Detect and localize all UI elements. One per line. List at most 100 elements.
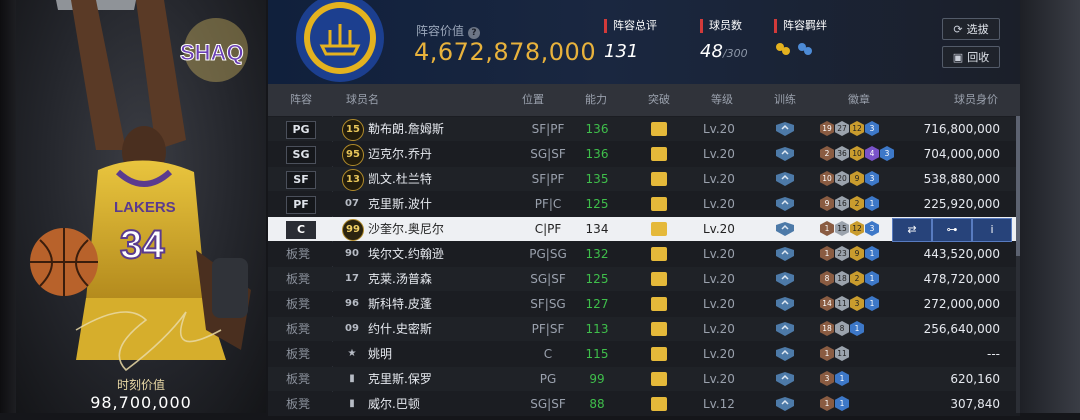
training-icon[interactable] bbox=[776, 197, 794, 211]
player-ability: 125 bbox=[585, 197, 609, 211]
info-icon: i bbox=[990, 223, 994, 236]
jersey-number-text: 34 bbox=[120, 223, 165, 267]
table-row[interactable]: 板凳 90 埃尔文.约翰逊 PG|SG 132 Lv.20 1 23 9 1 443,520,000 bbox=[268, 242, 1020, 266]
training-icon[interactable] bbox=[776, 297, 794, 311]
table-row[interactable]: SG 95 迈克尔.乔丹 SG|SF 136 Lv.20 2 36 10 4 3 704,000,00… bbox=[268, 142, 1020, 166]
warriors-logo-icon bbox=[296, 0, 384, 82]
breakthrough-icon[interactable] bbox=[651, 147, 667, 161]
table-row[interactable]: SF 13 凯文.杜兰特 SF|PF 135 Lv.20 10 20 9 3 538,880,000 bbox=[268, 167, 1020, 191]
badge-icon: 1 bbox=[835, 371, 849, 386]
badge-icon: 18 bbox=[820, 321, 834, 336]
lineup-bonds-label: 阵容羁绊 bbox=[774, 19, 827, 33]
col-lineup[interactable]: 阵容 bbox=[290, 84, 312, 116]
player-name[interactable]: 沙奎尔.奥尼尔 bbox=[368, 217, 478, 241]
training-icon[interactable] bbox=[776, 347, 794, 361]
breakthrough-icon[interactable] bbox=[651, 222, 667, 236]
player-ability: 115 bbox=[585, 347, 609, 361]
breakthrough-icon[interactable] bbox=[651, 372, 667, 386]
lineup-slot: SF bbox=[286, 171, 316, 189]
recycle-icon: ▣ bbox=[952, 50, 964, 64]
jersey-number: 95 bbox=[342, 144, 364, 166]
table-row[interactable]: 板凳 ★ 姚明 C 115 Lv.20 1 11 --- bbox=[268, 342, 1020, 366]
jersey-number: ▮ bbox=[349, 373, 355, 384]
table-row[interactable]: 板凳 ▮ 威尔.巴顿 SG|SF 88 Lv.12 1 1 307,840 bbox=[268, 392, 1020, 416]
breakthrough-icon[interactable] bbox=[651, 197, 667, 211]
player-position: C bbox=[543, 347, 553, 361]
player-name[interactable]: 勒布朗.詹姆斯 bbox=[368, 117, 478, 141]
jersey-number: 90 bbox=[345, 248, 359, 259]
table-row[interactable]: 板凳 09 约什.史密斯 PF|SF 113 Lv.20 18 8 1 256,640,000 bbox=[268, 317, 1020, 341]
lineup-bonds[interactable]: 阵容羁绊 bbox=[774, 19, 827, 57]
player-name[interactable]: 威尔.巴顿 bbox=[368, 392, 478, 416]
col-player-name[interactable]: 球员名 bbox=[346, 84, 379, 116]
player-name[interactable]: 埃尔文.约翰逊 bbox=[368, 242, 478, 266]
breakthrough-icon[interactable] bbox=[651, 122, 667, 136]
recycle-button[interactable]: ▣ 回收 bbox=[942, 46, 1000, 68]
player-name[interactable]: 约什.史密斯 bbox=[368, 317, 478, 341]
player-card[interactable]: LAKERS 34 SHAQ 时刻价值 98,700,000 bbox=[16, 0, 266, 413]
col-level[interactable]: 等级 bbox=[711, 84, 733, 116]
breakthrough-icon[interactable] bbox=[651, 397, 667, 411]
col-breakthrough[interactable]: 突破 bbox=[648, 84, 670, 116]
player-name[interactable]: 克里斯.波什 bbox=[368, 192, 478, 216]
col-ability[interactable]: 能力 bbox=[585, 84, 607, 116]
badge-icon: 8 bbox=[835, 321, 849, 336]
training-icon[interactable] bbox=[776, 122, 794, 136]
badge-icon: 1 bbox=[820, 346, 834, 361]
player-name[interactable]: 克里斯.保罗 bbox=[368, 367, 478, 391]
row-action-train[interactable]: ⊶ bbox=[932, 218, 972, 242]
player-count-label: 球员数 bbox=[700, 19, 748, 33]
table-row[interactable]: PF 07 克里斯.波什 PF|C 125 Lv.20 9 16 2 1 225,920,000 bbox=[268, 192, 1020, 216]
player-name[interactable]: 斯科特.皮蓬 bbox=[368, 292, 478, 316]
player-salary: 704,000,000 bbox=[923, 147, 1000, 161]
training-icon[interactable] bbox=[776, 147, 794, 161]
breakthrough-icon[interactable] bbox=[651, 347, 667, 361]
table-row[interactable]: 板凳 96 斯科特.皮蓬 SF|SG 127 Lv.20 14 11 3 1 272,000,000 bbox=[268, 292, 1020, 316]
col-training[interactable]: 训练 bbox=[774, 84, 796, 116]
table-row[interactable]: 板凳 ▮ 克里斯.保罗 PG 99 Lv.20 3 1 620,160 bbox=[268, 367, 1020, 391]
table-row-selected[interactable]: C 99 沙奎尔.奥尼尔 C|PF 134 Lv.20 1 15 12 3 ⇄ ⊶ i bbox=[268, 217, 1020, 242]
player-position: SF|PF bbox=[531, 172, 565, 186]
badge-group[interactable]: 11 bbox=[820, 396, 849, 420]
recycle-button-label: 回收 bbox=[967, 51, 990, 64]
player-name[interactable]: 姚明 bbox=[368, 342, 478, 366]
lineup-slot: C bbox=[286, 221, 316, 239]
training-icon[interactable] bbox=[776, 322, 794, 336]
player-name[interactable]: 迈克尔.乔丹 bbox=[368, 142, 478, 166]
breakthrough-icon[interactable] bbox=[651, 172, 667, 186]
player-position: PG|SG bbox=[529, 247, 567, 261]
row-action-info[interactable]: i bbox=[972, 218, 1012, 242]
jersey-number: 17 bbox=[345, 273, 359, 284]
jersey-number: 07 bbox=[345, 198, 359, 209]
player-ability: 136 bbox=[585, 122, 609, 136]
player-name[interactable]: 凯文.杜兰特 bbox=[368, 167, 478, 191]
training-icon[interactable] bbox=[776, 397, 794, 411]
badge-icon: 10 bbox=[820, 171, 834, 186]
table-row[interactable]: PG 15 勒布朗.詹姆斯 SF|PF 136 Lv.20 19 27 12 3 716,800,0… bbox=[268, 117, 1020, 141]
player-salary: --- bbox=[987, 347, 1000, 361]
player-name[interactable]: 克莱.汤普森 bbox=[368, 267, 478, 291]
breakthrough-icon[interactable] bbox=[651, 272, 667, 286]
lineup-rating: 阵容总评 131 bbox=[604, 19, 657, 62]
col-badges[interactable]: 徽章 bbox=[848, 84, 870, 116]
training-icon[interactable] bbox=[776, 372, 794, 386]
training-icon[interactable] bbox=[776, 222, 794, 236]
row-action-transfer[interactable]: ⇄ bbox=[892, 218, 932, 242]
player-ability: 135 bbox=[585, 172, 609, 186]
train-icon: ⊶ bbox=[946, 223, 958, 236]
training-icon[interactable] bbox=[776, 172, 794, 186]
training-icon[interactable] bbox=[776, 272, 794, 286]
breakthrough-icon[interactable] bbox=[651, 247, 667, 261]
col-position[interactable]: 位置 bbox=[522, 84, 544, 116]
player-ability: 99 bbox=[589, 372, 605, 386]
table-row[interactable]: 板凳 17 克莱.汤普森 SG|SF 125 Lv.20 8 18 2 1 478,720,000 bbox=[268, 267, 1020, 291]
col-salary[interactable]: 球员身价 bbox=[954, 84, 998, 116]
bench-slot: 板凳 bbox=[286, 297, 311, 311]
select-button[interactable]: ⟳ 选拔 bbox=[942, 18, 1000, 40]
player-salary: 225,920,000 bbox=[923, 197, 1000, 211]
breakthrough-icon[interactable] bbox=[651, 322, 667, 336]
badge-icon: 9 bbox=[820, 196, 834, 211]
training-icon[interactable] bbox=[776, 247, 794, 261]
breakthrough-icon[interactable] bbox=[651, 297, 667, 311]
badge-icon: 15 bbox=[835, 221, 849, 236]
